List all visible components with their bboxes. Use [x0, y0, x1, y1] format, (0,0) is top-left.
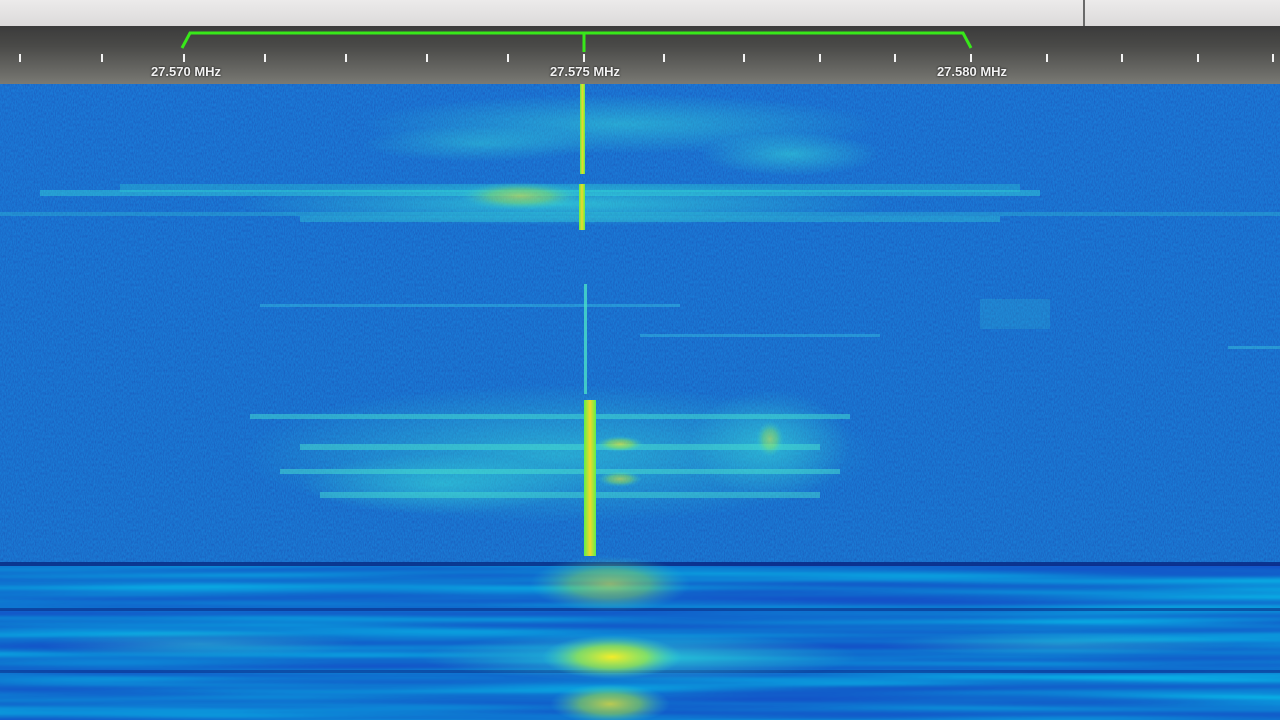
signal-band-lower [240, 384, 880, 524]
toolbar-divider [1083, 0, 1085, 26]
sdr-app-window: 27.570 MHz 27.575 MHz 27.580 MHz [0, 0, 1280, 720]
top-toolbar-strip [0, 0, 1280, 26]
passband-bracket[interactable] [180, 31, 973, 49]
spectrum-smear [0, 556, 1280, 720]
waterfall-display[interactable] [0, 84, 1280, 720]
tick-label-low: 27.570 MHz [150, 64, 222, 79]
tick-label-center: 27.575 MHz [549, 64, 621, 79]
frequency-ruler[interactable]: 27.570 MHz 27.575 MHz 27.580 MHz [0, 26, 1280, 84]
spectrogram-waterfall-icon [0, 84, 1280, 720]
tick-label-high: 27.580 MHz [936, 64, 1008, 79]
